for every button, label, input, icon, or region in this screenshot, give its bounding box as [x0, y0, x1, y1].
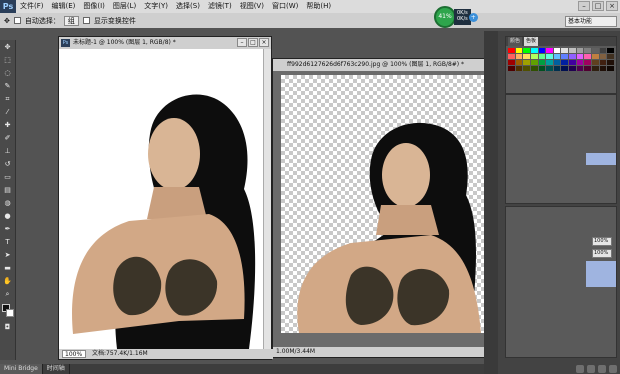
options-bar: ✥ 自动选择： 组 显示变换控件 [0, 13, 620, 28]
tray-icon[interactable] [576, 364, 584, 373]
menu-file[interactable]: 文件(F) [16, 0, 48, 13]
history-brush-icon[interactable]: ↺ [2, 159, 14, 170]
document-title-bar: Ps 未标题-1 @ 100% (图层 1, RGB/8) * – □ × [59, 37, 271, 49]
doc-size-info: 文档:757.4K/1.16M [92, 350, 148, 357]
menu-type[interactable]: 文字(Y) [140, 0, 172, 13]
panel-icon-strip [484, 31, 498, 374]
image-canvas-white[interactable] [59, 49, 263, 349]
tray-icon[interactable] [598, 364, 606, 373]
pen-tool-icon[interactable]: ✒ [2, 224, 14, 235]
accelerate-icon[interactable]: + [468, 12, 478, 22]
menu-window[interactable]: 窗口(W) [268, 0, 302, 13]
background-color[interactable] [5, 309, 14, 317]
download-stat: 0K/s [457, 16, 468, 22]
lasso-tool-icon[interactable]: ◌ [2, 68, 14, 79]
menu-select[interactable]: 选择(S) [172, 0, 204, 13]
menu-help[interactable]: 帮助(H) [302, 0, 335, 13]
eraser-tool-icon[interactable]: ▭ [2, 172, 14, 183]
menu-image[interactable]: 图像(I) [79, 0, 109, 13]
quick-mask-icon[interactable]: ◘ [2, 322, 14, 333]
selected-item-highlight[interactable] [586, 153, 616, 165]
gradient-tool-icon[interactable]: ▤ [2, 185, 14, 196]
brush-tool-icon[interactable]: ✐ [2, 133, 14, 144]
doc-size-info: 1.00M/3.44M [276, 348, 316, 355]
move-tool-icon: ✥ [4, 16, 10, 25]
document-title: 未标题-1 @ 100% (图层 1, RGB/8) * [73, 39, 176, 46]
move-tool-icon[interactable]: ✥ [2, 42, 14, 53]
show-transform-checkbox[interactable] [82, 17, 90, 24]
path-select-icon[interactable]: ➤ [2, 250, 14, 261]
document-title: ff992d6127626d6f763c290.jpg @ 100% (图层 1… [287, 61, 465, 68]
cpu-percent: 41% [434, 6, 456, 28]
photoshop-logo: Ps [0, 0, 16, 13]
auto-select-checkbox[interactable] [13, 17, 21, 24]
menu-bar: Ps 文件(F) 编辑(E) 图像(I) 图层(L) 文字(Y) 选择(S) 滤… [0, 0, 620, 13]
window-controls: – □ × [578, 1, 618, 11]
system-tray [520, 363, 620, 374]
quick-select-tool-icon[interactable]: ✎ [2, 81, 14, 92]
type-tool-icon[interactable]: T [2, 237, 14, 248]
tools-panel: ✥ ⬚ ◌ ✎ ⌗ ⁄ ✚ ✐ ⊥ ↺ ▭ ▤ ◍ ● ✒ T ➤ ▬ ✋ ⌕ … [0, 40, 16, 360]
auto-select-dropdown[interactable]: 组 [63, 15, 79, 26]
restore-icon[interactable]: □ [592, 1, 604, 11]
eyedropper-tool-icon[interactable]: ⁄ [2, 107, 14, 118]
blur-tool-icon[interactable]: ◍ [2, 198, 14, 209]
zoom-tool-icon[interactable]: ⌕ [2, 289, 14, 300]
tray-icon[interactable] [587, 364, 595, 373]
performance-widget: 41% 0K/s 0K/s + [434, 6, 496, 28]
menu-view[interactable]: 视图(V) [236, 0, 268, 13]
crop-tool-icon[interactable]: ⌗ [2, 94, 14, 105]
minimize-icon[interactable]: – [237, 38, 247, 47]
dodge-tool-icon[interactable]: ● [2, 211, 14, 222]
vertical-scrollbar[interactable] [263, 49, 271, 349]
marquee-tool-icon[interactable]: ⬚ [2, 55, 14, 66]
restore-icon[interactable]: □ [248, 38, 258, 47]
close-icon[interactable]: × [259, 38, 269, 47]
opacity-field[interactable]: 100% [592, 237, 612, 246]
minimize-icon[interactable]: – [578, 1, 590, 11]
layers-panel: 100% 100% [505, 206, 617, 358]
hand-tool-icon[interactable]: ✋ [2, 276, 14, 287]
workspace-dropdown[interactable]: 基本功能 [565, 16, 617, 27]
show-transform-label: 显示变换控件 [93, 16, 136, 25]
swatch-grid[interactable] [506, 46, 616, 73]
menu-layer[interactable]: 图层(L) [109, 0, 140, 13]
tab-mini-bridge[interactable]: Mini Bridge [0, 364, 43, 374]
close-icon[interactable]: × [606, 1, 618, 11]
shape-tool-icon[interactable]: ▬ [2, 263, 14, 274]
zoom-level[interactable]: 100% [62, 350, 86, 358]
tab-timeline[interactable]: 时间轴 [43, 364, 70, 374]
adjustments-panel [505, 94, 617, 204]
fill-field[interactable]: 100% [592, 249, 612, 258]
status-bar: 100% 文档:757.4K/1.16M [59, 349, 273, 359]
photoshop-doc-icon: Ps [61, 39, 70, 47]
selected-layer-row[interactable] [586, 261, 616, 287]
bottom-panel-tabs: Mini Bridge 时间轴 [0, 364, 484, 374]
menu-filter[interactable]: 滤镜(T) [204, 0, 236, 13]
menu-edit[interactable]: 编辑(E) [48, 0, 80, 13]
document-window-1: Ps 未标题-1 @ 100% (图层 1, RGB/8) * – □ × 10… [58, 36, 273, 360]
swatches-panel: 颜色 色板 [505, 36, 617, 94]
stamp-tool-icon[interactable]: ⊥ [2, 146, 14, 157]
healing-tool-icon[interactable]: ✚ [2, 120, 14, 131]
panel-tabs: 颜色 色板 [506, 37, 616, 46]
tab-color[interactable]: 颜色 [508, 37, 523, 46]
auto-select-label: 自动选择： [24, 16, 60, 25]
portrait-image [72, 94, 256, 349]
tab-swatches[interactable]: 色板 [524, 37, 539, 46]
tray-icon[interactable] [609, 364, 617, 373]
color-swatches[interactable] [1, 304, 14, 318]
